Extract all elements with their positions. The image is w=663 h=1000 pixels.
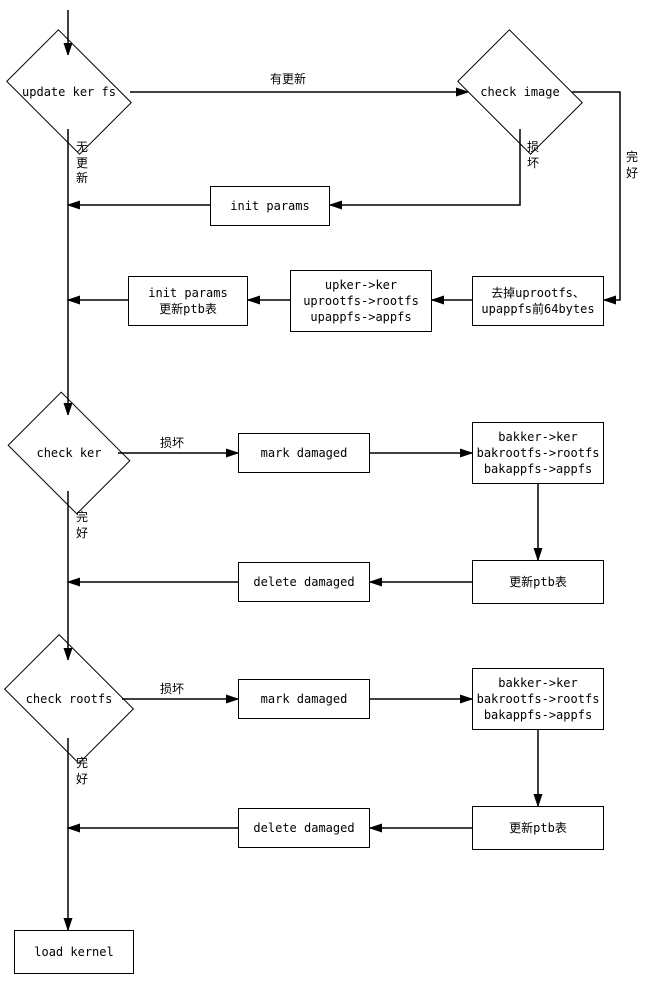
label-delete-damaged-1: delete damaged <box>253 574 354 590</box>
edge-check-ker-damaged: 损坏 <box>160 436 184 452</box>
label-strip-64: 去掉uprootfs、 upappfs前64bytes <box>481 285 594 317</box>
label-copy-up: upker->ker uprootfs->rootfs upappfs->app… <box>303 277 419 326</box>
label-delete-damaged-2: delete damaged <box>253 820 354 836</box>
label-load-kernel: load kernel <box>34 944 113 960</box>
node-delete-damaged-2: delete damaged <box>238 808 370 848</box>
edge-check-rootfs-ok: 完 好 <box>76 756 88 787</box>
edge-check-ker-ok: 完 好 <box>76 510 88 541</box>
node-check-ker: check ker <box>20 415 118 491</box>
edge-check-rootfs-damaged: 损坏 <box>160 682 184 698</box>
label-check-image: check image <box>476 85 563 99</box>
label-update-ker-fs: update ker fs <box>18 85 120 99</box>
node-init-params: init params <box>210 186 330 226</box>
edge-has-update: 有更新 <box>270 72 306 88</box>
label-update-ptb-2: 更新ptb表 <box>509 820 567 836</box>
node-update-ptb-2: 更新ptb表 <box>472 806 604 850</box>
node-copy-up: upker->ker uprootfs->rootfs upappfs->app… <box>290 270 432 332</box>
label-bak-copy-2: bakker->ker bakrootfs->rootfs bakappfs->… <box>477 675 600 724</box>
node-load-kernel: load kernel <box>14 930 134 974</box>
node-mark-damaged-1: mark damaged <box>238 433 370 473</box>
node-init-params-ptb: init params 更新ptb表 <box>128 276 248 326</box>
node-strip-64: 去掉uprootfs、 upappfs前64bytes <box>472 276 604 326</box>
node-delete-damaged-1: delete damaged <box>238 562 370 602</box>
node-check-image: check image <box>468 55 572 129</box>
label-mark-damaged-1: mark damaged <box>261 445 348 461</box>
label-check-rootfs: check rootfs <box>22 692 117 706</box>
edge-no-update: 无 更 新 <box>76 140 88 187</box>
edge-check-image-damaged: 损 坏 <box>527 140 539 171</box>
edge-check-image-ok: 完 好 <box>626 150 638 181</box>
node-check-rootfs: check rootfs <box>16 660 122 738</box>
label-mark-damaged-2: mark damaged <box>261 691 348 707</box>
node-mark-damaged-2: mark damaged <box>238 679 370 719</box>
label-init-params-ptb: init params 更新ptb表 <box>148 285 227 317</box>
label-init-params: init params <box>230 198 309 214</box>
label-check-ker: check ker <box>32 446 105 460</box>
node-bak-copy-2: bakker->ker bakrootfs->rootfs bakappfs->… <box>472 668 604 730</box>
label-bak-copy-1: bakker->ker bakrootfs->rootfs bakappfs->… <box>477 429 600 478</box>
node-update-ptb-1: 更新ptb表 <box>472 560 604 604</box>
node-bak-copy-1: bakker->ker bakrootfs->rootfs bakappfs->… <box>472 422 604 484</box>
node-update-ker-fs: update ker fs <box>17 55 121 129</box>
label-update-ptb-1: 更新ptb表 <box>509 574 567 590</box>
